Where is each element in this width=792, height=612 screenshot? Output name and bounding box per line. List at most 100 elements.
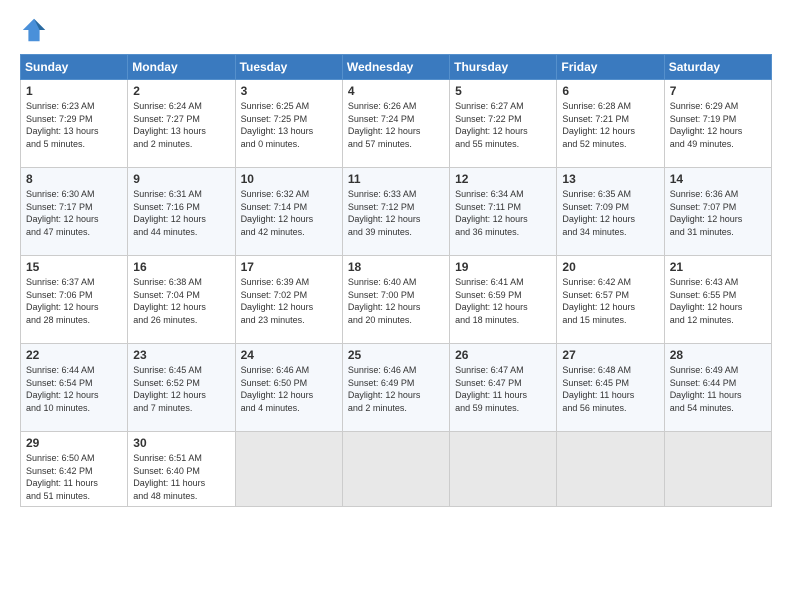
calendar-week-4: 22 Sunrise: 6:44 AM Sunset: 6:54 PM Dayli… [21,344,772,432]
day-number: 2 [133,84,230,98]
day-info: Sunrise: 6:47 AM Sunset: 6:47 PM Dayligh… [455,364,552,414]
calendar-cell: 21Sunrise: 6:43 AM Sunset: 6:55 PM Dayli… [664,256,771,344]
day-info: Sunrise: 6:38 AM Sunset: 7:04 PM Dayligh… [133,276,230,326]
day-number: 22 [26,348,123,362]
day-info: Sunrise: 6:23 AM Sunset: 7:29 PM Dayligh… [26,100,123,150]
day-info: Sunrise: 6:25 AM Sunset: 7:25 PM Dayligh… [241,100,338,150]
day-info: Sunrise: 6:34 AM Sunset: 7:11 PM Dayligh… [455,188,552,238]
day-info: Sunrise: 6:28 AM Sunset: 7:21 PM Dayligh… [562,100,659,150]
calendar-cell [235,432,342,507]
day-info: Sunrise: 6:44 AM Sunset: 6:54 PM Dayligh… [26,364,123,414]
weekday-header-wednesday: Wednesday [342,55,449,80]
day-number: 7 [670,84,767,98]
day-number: 24 [241,348,338,362]
calendar-cell: 18Sunrise: 6:40 AM Sunset: 7:00 PM Dayli… [342,256,449,344]
calendar-cell: 11 Sunrise: 6:33 AM Sunset: 7:12 PM Dayli… [342,168,449,256]
day-number: 16 [133,260,230,274]
day-number: 6 [562,84,659,98]
weekday-header-saturday: Saturday [664,55,771,80]
day-number: 17 [241,260,338,274]
day-info: Sunrise: 6:42 AM Sunset: 6:57 PM Dayligh… [562,276,659,326]
calendar-cell: 5 Sunrise: 6:27 AM Sunset: 7:22 PM Daylig… [450,80,557,168]
day-info: Sunrise: 6:48 AM Sunset: 6:45 PM Dayligh… [562,364,659,414]
calendar-cell: 14 Sunrise: 6:36 AM Sunset: 7:07 PM Dayli… [664,168,771,256]
logo-icon [20,16,48,44]
day-info: Sunrise: 6:36 AM Sunset: 7:07 PM Dayligh… [670,188,767,238]
day-info: Sunrise: 6:32 AM Sunset: 7:14 PM Dayligh… [241,188,338,238]
day-info: Sunrise: 6:33 AM Sunset: 7:12 PM Dayligh… [348,188,445,238]
calendar-cell: 7 Sunrise: 6:29 AM Sunset: 7:19 PM Daylig… [664,80,771,168]
calendar-week-2: 8 Sunrise: 6:30 AM Sunset: 7:17 PM Daylig… [21,168,772,256]
calendar-week-5: 29 Sunrise: 6:50 AM Sunset: 6:42 PM Dayli… [21,432,772,507]
day-info: Sunrise: 6:51 AM Sunset: 6:40 PM Dayligh… [133,452,230,502]
day-info: Sunrise: 6:43 AM Sunset: 6:55 PM Dayligh… [670,276,767,326]
day-number: 3 [241,84,338,98]
calendar-cell: 13 Sunrise: 6:35 AM Sunset: 7:09 PM Dayli… [557,168,664,256]
calendar-cell [450,432,557,507]
day-info: Sunrise: 6:30 AM Sunset: 7:17 PM Dayligh… [26,188,123,238]
day-info: Sunrise: 6:24 AM Sunset: 7:27 PM Dayligh… [133,100,230,150]
weekday-header-tuesday: Tuesday [235,55,342,80]
day-info: Sunrise: 6:35 AM Sunset: 7:09 PM Dayligh… [562,188,659,238]
calendar-cell: 10 Sunrise: 6:32 AM Sunset: 7:14 PM Dayli… [235,168,342,256]
calendar-cell [664,432,771,507]
day-info: Sunrise: 6:50 AM Sunset: 6:42 PM Dayligh… [26,452,123,502]
calendar-cell: 3 Sunrise: 6:25 AM Sunset: 7:25 PM Daylig… [235,80,342,168]
day-number: 8 [26,172,123,186]
day-number: 12 [455,172,552,186]
day-number: 5 [455,84,552,98]
calendar-cell: 6 Sunrise: 6:28 AM Sunset: 7:21 PM Daylig… [557,80,664,168]
weekday-header-monday: Monday [128,55,235,80]
day-info: Sunrise: 6:29 AM Sunset: 7:19 PM Dayligh… [670,100,767,150]
calendar-cell: 25 Sunrise: 6:46 AM Sunset: 6:49 PM Dayli… [342,344,449,432]
calendar-cell: 1Sunrise: 6:23 AM Sunset: 7:29 PM Daylig… [21,80,128,168]
calendar-cell: 2 Sunrise: 6:24 AM Sunset: 7:27 PM Daylig… [128,80,235,168]
weekday-header-row: SundayMondayTuesdayWednesdayThursdayFrid… [21,55,772,80]
day-info: Sunrise: 6:27 AM Sunset: 7:22 PM Dayligh… [455,100,552,150]
calendar-cell: 22 Sunrise: 6:44 AM Sunset: 6:54 PM Dayli… [21,344,128,432]
calendar-cell: 29 Sunrise: 6:50 AM Sunset: 6:42 PM Dayli… [21,432,128,507]
calendar-table: SundayMondayTuesdayWednesdayThursdayFrid… [20,54,772,507]
day-info: Sunrise: 6:26 AM Sunset: 7:24 PM Dayligh… [348,100,445,150]
day-number: 28 [670,348,767,362]
day-number: 14 [670,172,767,186]
day-number: 18 [348,260,445,274]
day-number: 10 [241,172,338,186]
calendar-cell: 19Sunrise: 6:41 AM Sunset: 6:59 PM Dayli… [450,256,557,344]
calendar-header: SundayMondayTuesdayWednesdayThursdayFrid… [21,55,772,80]
calendar-cell: 28Sunrise: 6:49 AM Sunset: 6:44 PM Dayli… [664,344,771,432]
calendar-cell: 4 Sunrise: 6:26 AM Sunset: 7:24 PM Daylig… [342,80,449,168]
day-number: 29 [26,436,123,450]
calendar-cell: 12 Sunrise: 6:34 AM Sunset: 7:11 PM Dayli… [450,168,557,256]
calendar-week-3: 15Sunrise: 6:37 AM Sunset: 7:06 PM Dayli… [21,256,772,344]
day-number: 19 [455,260,552,274]
calendar-week-1: 1Sunrise: 6:23 AM Sunset: 7:29 PM Daylig… [21,80,772,168]
calendar-cell: 23Sunrise: 6:45 AM Sunset: 6:52 PM Dayli… [128,344,235,432]
calendar-cell: 16 Sunrise: 6:38 AM Sunset: 7:04 PM Dayli… [128,256,235,344]
calendar-cell: 20 Sunrise: 6:42 AM Sunset: 6:57 PM Dayli… [557,256,664,344]
calendar-body: 1Sunrise: 6:23 AM Sunset: 7:29 PM Daylig… [21,80,772,507]
day-info: Sunrise: 6:45 AM Sunset: 6:52 PM Dayligh… [133,364,230,414]
day-number: 26 [455,348,552,362]
day-number: 15 [26,260,123,274]
day-info: Sunrise: 6:46 AM Sunset: 6:49 PM Dayligh… [348,364,445,414]
day-info: Sunrise: 6:46 AM Sunset: 6:50 PM Dayligh… [241,364,338,414]
day-number: 4 [348,84,445,98]
day-number: 9 [133,172,230,186]
calendar-cell: 26 Sunrise: 6:47 AM Sunset: 6:47 PM Dayli… [450,344,557,432]
header [20,16,772,44]
day-number: 20 [562,260,659,274]
calendar-cell: 30Sunrise: 6:51 AM Sunset: 6:40 PM Dayli… [128,432,235,507]
day-number: 25 [348,348,445,362]
day-number: 13 [562,172,659,186]
calendar-cell: 17Sunrise: 6:39 AM Sunset: 7:02 PM Dayli… [235,256,342,344]
calendar-cell [557,432,664,507]
calendar-cell: 9Sunrise: 6:31 AM Sunset: 7:16 PM Daylig… [128,168,235,256]
calendar-cell: 8 Sunrise: 6:30 AM Sunset: 7:17 PM Daylig… [21,168,128,256]
day-number: 11 [348,172,445,186]
calendar-cell: 24 Sunrise: 6:46 AM Sunset: 6:50 PM Dayli… [235,344,342,432]
page: SundayMondayTuesdayWednesdayThursdayFrid… [0,0,792,612]
logo [20,16,52,44]
weekday-header-friday: Friday [557,55,664,80]
weekday-header-thursday: Thursday [450,55,557,80]
